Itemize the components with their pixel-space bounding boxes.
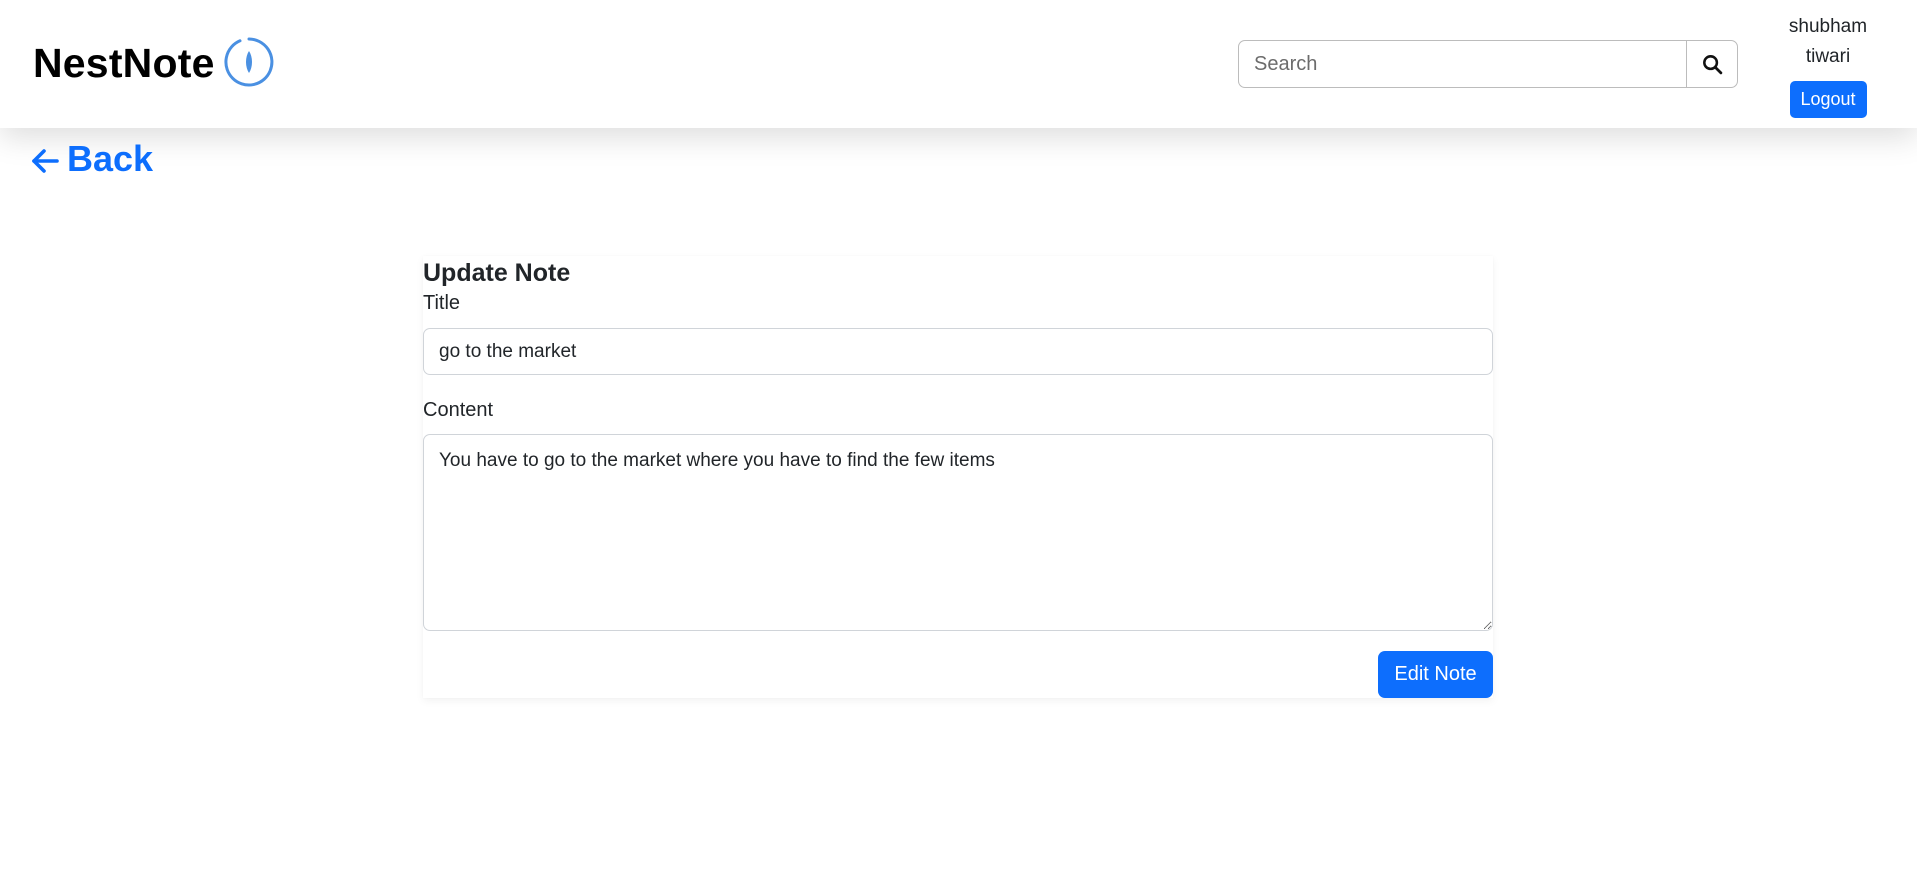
form-heading: Update Note <box>423 259 571 287</box>
content-label: Content <box>423 399 494 421</box>
search-input[interactable] <box>1238 40 1686 88</box>
brand[interactable]: NestNote <box>33 37 275 88</box>
content-textarea[interactable]: You have to go to the market where you h… <box>423 434 1493 631</box>
update-note-card: Update Note Title Content You have to go… <box>423 256 1493 698</box>
title-label: Title <box>423 292 461 314</box>
title-input[interactable] <box>423 328 1493 375</box>
logout-button[interactable]: Logout <box>1789 81 1867 118</box>
leaf-circle-icon <box>224 37 273 87</box>
user-first-name: shubham <box>1788 16 1868 37</box>
edit-note-button[interactable]: Edit Note <box>1378 651 1493 698</box>
search-icon <box>1702 54 1722 74</box>
back-label: Back <box>67 138 154 179</box>
search-form <box>1238 40 1738 88</box>
back-link[interactable]: Back <box>31 138 153 180</box>
search-button[interactable] <box>1686 40 1738 88</box>
user-menu: shubham tiwari Logout <box>1768 12 1888 118</box>
brand-name: NestNote <box>33 39 215 86</box>
top-navbar: NestNote shubham tiwari Logout <box>0 0 1917 128</box>
user-last-name: tiwari <box>1805 46 1851 67</box>
arrow-left-icon <box>32 149 59 173</box>
